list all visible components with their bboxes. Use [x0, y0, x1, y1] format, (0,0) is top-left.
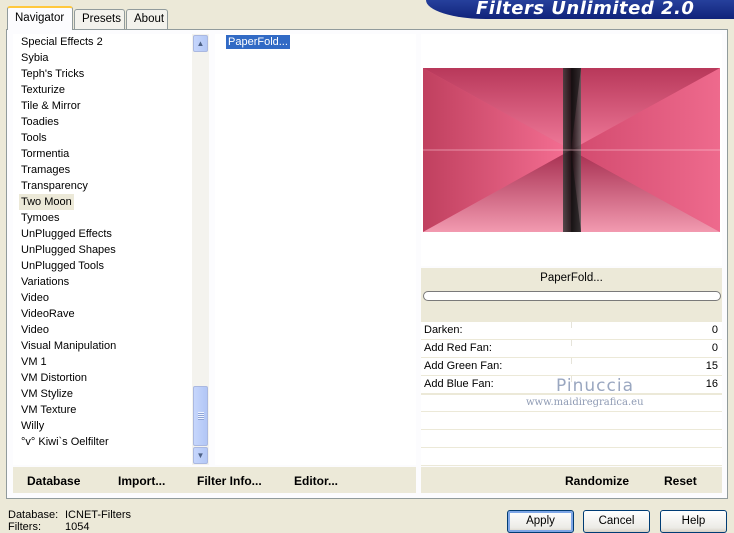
category-list[interactable]: Special Effects 2 Sybia Teph's Tricks Te…: [13, 34, 208, 465]
filter-preview-image: [423, 68, 720, 232]
param-label: Add Blue Fan:: [424, 378, 494, 390]
tab-presets[interactable]: Presets: [74, 9, 125, 29]
param-value: 0: [711, 324, 718, 336]
scroll-down-button[interactable]: ▼: [193, 447, 208, 464]
tab-navigator[interactable]: Navigator: [7, 6, 73, 30]
category-item[interactable]: Tools: [19, 130, 49, 146]
cancel-button[interactable]: Cancel: [583, 510, 650, 533]
status-filters-value: 1054: [65, 521, 90, 533]
category-item[interactable]: Tormentia: [19, 146, 71, 162]
reset-button[interactable]: Reset: [664, 474, 697, 488]
category-item-selected[interactable]: Two Moon: [19, 194, 74, 210]
param-value: 15: [705, 360, 718, 372]
category-item[interactable]: Toadies: [19, 114, 61, 130]
category-item[interactable]: Transparency: [19, 178, 90, 194]
param-darken[interactable]: Darken: 0: [421, 322, 722, 340]
help-button[interactable]: Help: [660, 510, 727, 533]
category-item[interactable]: Visual Manipulation: [19, 338, 118, 354]
param-empty-row: [421, 448, 722, 466]
category-item[interactable]: °v° Kiwi`s Oelfilter: [19, 434, 111, 450]
progress-bar: [423, 291, 721, 301]
param-add-red-fan[interactable]: Add Red Fan: 0: [421, 340, 722, 358]
category-item[interactable]: VM Stylize: [19, 386, 75, 402]
param-value: 16: [705, 378, 718, 390]
status-database-label: Database:: [8, 509, 59, 521]
category-item[interactable]: Tile & Mirror: [19, 98, 82, 114]
category-item[interactable]: VideoRave: [19, 306, 77, 322]
watermark-name: Pinuccia: [556, 376, 634, 396]
category-item[interactable]: Video: [19, 322, 51, 338]
category-item[interactable]: Teph's Tricks: [19, 66, 86, 82]
category-item[interactable]: UnPlugged Effects: [19, 226, 114, 242]
import-button[interactable]: Import...: [118, 474, 165, 488]
category-item[interactable]: Sybia: [19, 50, 51, 66]
scroll-up-button[interactable]: ▲: [193, 35, 208, 52]
filter-item-selected[interactable]: PaperFold...: [226, 35, 290, 49]
param-label: Add Green Fan:: [424, 360, 503, 372]
param-value: 0: [711, 342, 718, 354]
status-filters-label: Filters:: [8, 521, 41, 533]
category-item[interactable]: Variations: [19, 274, 71, 290]
category-item[interactable]: VM Texture: [19, 402, 78, 418]
scrollbar-thumb[interactable]: [193, 386, 208, 446]
category-item[interactable]: UnPlugged Tools: [19, 258, 106, 274]
grip-icon: [198, 412, 204, 420]
category-item[interactable]: Willy: [19, 418, 46, 434]
editor-button[interactable]: Editor...: [294, 474, 338, 488]
category-item[interactable]: Tramages: [19, 162, 72, 178]
param-empty-row: [421, 430, 722, 448]
apply-button[interactable]: Apply: [507, 510, 574, 533]
param-add-green-fan[interactable]: Add Green Fan: 15: [421, 358, 722, 376]
category-item[interactable]: Texturize: [19, 82, 67, 98]
tab-about[interactable]: About: [126, 9, 168, 29]
param-label: Darken:: [424, 324, 463, 336]
filter-list[interactable]: [215, 34, 416, 465]
param-label: Add Red Fan:: [424, 342, 492, 354]
app-title: Filters Unlimited 2.0: [476, 0, 695, 19]
database-button[interactable]: Database: [27, 474, 80, 488]
param-empty-row: [421, 412, 722, 430]
category-item[interactable]: UnPlugged Shapes: [19, 242, 118, 258]
watermark-url: www.maidiregrafica.eu: [526, 397, 644, 408]
category-item[interactable]: Special Effects 2: [19, 34, 105, 50]
category-item[interactable]: Tymoes: [19, 210, 62, 226]
status-database-value: ICNET-Filters: [65, 509, 131, 521]
filter-name-label: PaperFold...: [540, 272, 603, 284]
chevron-up-icon: ▲: [196, 39, 205, 48]
category-item[interactable]: VM Distortion: [19, 370, 89, 386]
filter-info-button[interactable]: Filter Info...: [197, 474, 262, 488]
category-scrollbar[interactable]: ▲ ▼: [192, 34, 209, 465]
randomize-button[interactable]: Randomize: [565, 474, 629, 488]
category-item[interactable]: Video: [19, 290, 51, 306]
chevron-down-icon: ▼: [196, 451, 205, 460]
category-item[interactable]: VM 1: [19, 354, 49, 370]
